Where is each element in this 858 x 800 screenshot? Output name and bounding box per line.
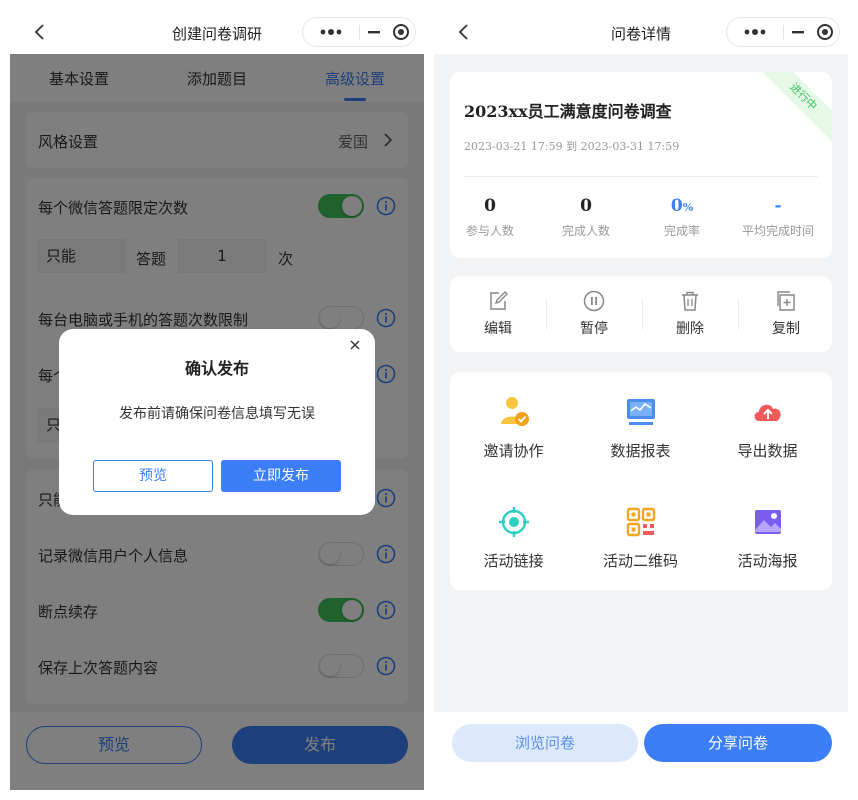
mini-program-capsule — [726, 17, 840, 47]
bottom-action-bar: 浏览问卷 分享问卷 — [434, 712, 848, 790]
minimize-icon[interactable] — [360, 18, 388, 46]
activity-qrcode-item[interactable]: 活动二维码 — [577, 504, 704, 571]
link-target-icon — [450, 504, 577, 540]
qr-code-icon — [577, 504, 704, 540]
close-icon[interactable] — [347, 337, 363, 353]
create-survey-screen: 创建问卷调研 基本设置 添加题目 高级设置 风格设置 爱国 每个微信答题限定次数 — [10, 10, 424, 790]
stat-label: 完成人数 — [561, 224, 610, 238]
export-data-item[interactable]: 导出数据 — [704, 394, 831, 461]
browse-survey-button[interactable]: 浏览问卷 — [452, 724, 638, 762]
stat-label: 参与人数 — [465, 224, 514, 238]
stat-unit: % — [682, 201, 694, 214]
trash-icon — [642, 290, 738, 312]
invite-collab-label: 邀请协作 — [483, 442, 544, 460]
survey-detail-screen: 问卷详情 2023xx员工满意度问卷调查 2023-03-21 17:59 到 … — [434, 10, 848, 790]
data-report-label: 数据报表 — [610, 442, 671, 460]
dialog-preview-button[interactable]: 预览 — [93, 460, 213, 492]
dialog-message: 发布前请确保问卷信息填写无误 — [119, 406, 315, 422]
divider — [464, 176, 818, 177]
activity-poster-item[interactable]: 活动海报 — [704, 504, 831, 571]
delete-action[interactable]: 删除 — [642, 290, 738, 338]
activity-link-label: 活动链接 — [483, 552, 544, 570]
survey-title: 2023xx员工满意度问卷调查 — [464, 102, 672, 121]
stat-value: 0 — [484, 196, 496, 216]
activity-poster-label: 活动海报 — [737, 552, 798, 570]
invite-collab-item[interactable]: 邀请协作 — [450, 394, 577, 461]
nav-bar: 问卷详情 — [434, 10, 848, 54]
dialog-publish-now-button[interactable]: 立即发布 — [221, 460, 341, 492]
invite-users-icon — [450, 394, 577, 430]
confirm-publish-dialog: 确认发布 发布前请确保问卷信息填写无误 预览 立即发布 — [59, 329, 375, 515]
copy-icon — [738, 290, 834, 312]
cloud-upload-icon — [704, 394, 831, 430]
pause-icon — [546, 290, 642, 312]
nav-bar: 创建问卷调研 — [10, 10, 424, 54]
report-chart-icon — [577, 394, 704, 430]
export-data-label: 导出数据 — [737, 442, 798, 460]
more-dots-icon[interactable] — [303, 18, 359, 46]
stat-value: 0 — [580, 196, 592, 216]
share-survey-button[interactable]: 分享问卷 — [644, 724, 832, 762]
survey-summary-card: 2023xx员工满意度问卷调查 2023-03-21 17:59 到 2023-… — [450, 72, 832, 258]
stat-completion-rate: 0% 完成率 — [634, 196, 730, 239]
delete-label: 删除 — [676, 321, 704, 337]
survey-actions-card: 编辑 暂停 删除 复制 — [450, 276, 832, 352]
data-report-item[interactable]: 数据报表 — [577, 394, 704, 461]
more-dots-icon[interactable] — [727, 18, 783, 46]
edit-label: 编辑 — [484, 321, 512, 337]
copy-action[interactable]: 复制 — [738, 290, 834, 338]
pause-action[interactable]: 暂停 — [546, 290, 642, 338]
stat-value: 0% — [670, 196, 694, 216]
activity-link-item[interactable]: 活动链接 — [450, 504, 577, 571]
stat-avg-time: - 平均完成时间 — [730, 196, 826, 239]
dialog-title: 确认发布 — [184, 359, 249, 378]
close-target-icon[interactable] — [388, 18, 416, 46]
edit-icon — [450, 290, 546, 312]
status-ribbon: 进行中 — [756, 72, 832, 144]
copy-label: 复制 — [772, 321, 800, 337]
minimize-icon[interactable] — [784, 18, 812, 46]
close-target-icon[interactable] — [812, 18, 840, 46]
stat-label: 平均完成时间 — [741, 224, 814, 238]
stat-label: 完成率 — [663, 224, 700, 238]
stat-participants: 0 参与人数 — [450, 196, 538, 239]
feature-grid-card: 邀请协作 数据报表 导出数据 活动链接 活动二维码 活动海报 — [450, 372, 832, 590]
mini-program-capsule — [302, 17, 416, 47]
poster-image-icon — [704, 504, 831, 540]
activity-qrcode-label: 活动二维码 — [602, 552, 678, 570]
survey-time-range: 2023-03-21 17:59 到 2023-03-31 17:59 — [464, 140, 680, 153]
stat-completed: 0 完成人数 — [538, 196, 634, 239]
edit-action[interactable]: 编辑 — [450, 290, 546, 338]
pause-label: 暂停 — [580, 321, 608, 337]
stat-value: - — [774, 196, 782, 216]
